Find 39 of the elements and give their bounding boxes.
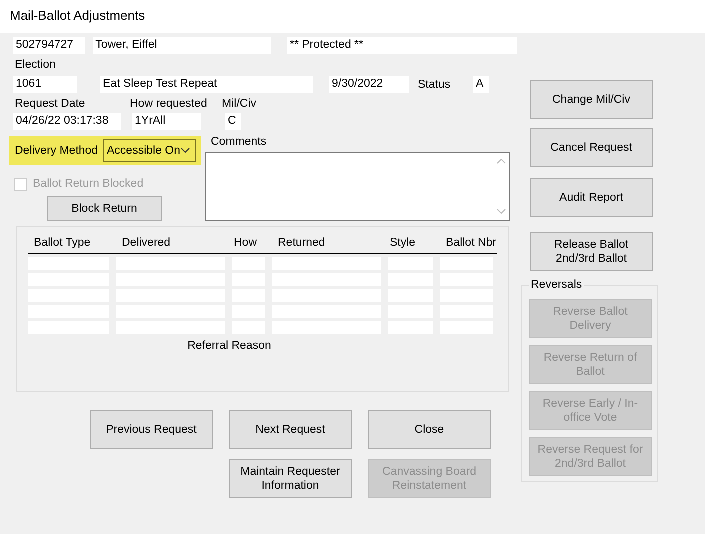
voter-id-field[interactable]: 502794727 [13,37,85,54]
delivery-method-label: Delivery Method [15,144,100,156]
scroll-down-icon [496,209,506,214]
action-button[interactable]: Cancel Request [530,128,653,167]
request-date-label: Request Date [14,98,86,112]
column-header: How [233,237,258,251]
request-button[interactable]: Close [368,410,491,449]
scroll-up-icon [496,159,506,164]
request-date-field[interactable]: 04/26/22 03:17:38 [13,113,121,130]
request-button[interactable]: Maintain Requester Information [229,459,352,498]
request-button[interactable]: Next Request [229,410,352,449]
request-button[interactable]: Previous Request [90,410,213,449]
action-button[interactable]: Change Mil/Civ [530,80,653,119]
column-header: Ballot Type [33,237,92,251]
comments-label: Comments [210,136,268,148]
protected-field[interactable]: ** Protected ** [286,37,518,54]
voter-name-field[interactable]: Tower, Eiffel [92,37,271,54]
chevron-down-icon [181,148,190,153]
column-header: Delivered [121,237,172,251]
status-field[interactable]: A [473,76,489,93]
column-header: Returned [277,237,326,251]
window-title: Mail-Ballot Adjustments [10,8,146,23]
how-requested-label: How requested [130,98,208,112]
checkbox-label: Ballot Return Blocked [33,178,144,190]
election-number-field[interactable]: 1061 [13,76,77,93]
action-button[interactable]: Audit Report [530,178,653,217]
status-label: Status [418,78,452,90]
delivery-method-dropdown[interactable]: Accessible On [103,139,196,162]
election-date-field[interactable]: 9/30/2022 [329,76,409,93]
column-header: Style [389,237,417,251]
election-name-field[interactable]: Eat Sleep Test Repeat [100,76,313,93]
comments-field[interactable] [205,152,510,221]
mil-civ-field[interactable]: C [225,113,241,130]
action-button[interactable]: Release Ballot 2nd/3rd Ballot [530,232,653,271]
how-requested-field[interactable]: 1YrAll [132,113,201,130]
mil-civ-label: Mil/Civ [222,98,256,112]
election-label: Election [14,59,56,73]
block-return-button[interactable]: Block Return [47,196,162,221]
referral-reason-label: Referral Reason [188,340,272,352]
